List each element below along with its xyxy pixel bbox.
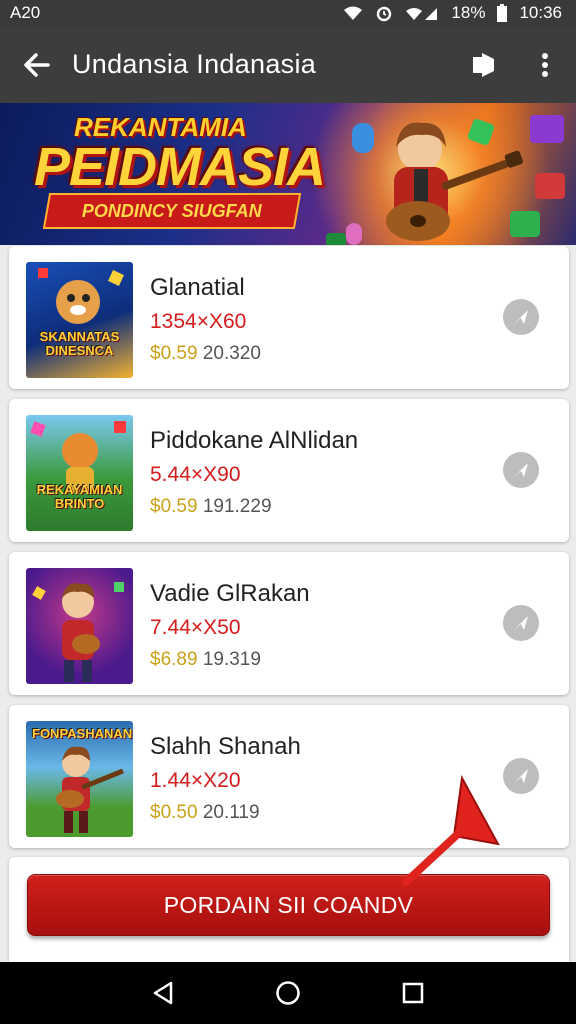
game-name: Glanatial	[150, 274, 245, 301]
game-download-count: 19.319	[202, 649, 261, 670]
status-bar: A20 18% 10:36	[0, 0, 576, 26]
game-card[interactable]: REKAYAMIAN BRINTO Piddokane AlNlidan 5.4…	[9, 399, 569, 542]
game-share-button[interactable]	[503, 605, 539, 641]
game-thumbnail: REKAYAMIAN BRINTO	[26, 415, 133, 531]
promo-banner[interactable]: REKANTAMIA PEIDMASIA PONDINCY SIUGFAN	[0, 103, 576, 245]
game-price: $0.50	[150, 802, 198, 823]
game-price: $0.59	[150, 496, 198, 517]
more-options-button[interactable]	[514, 26, 576, 103]
banner-decor	[326, 233, 346, 245]
game-price: $0.59	[150, 343, 198, 364]
game-thumbnail-label: REKAYAMIAN BRINTO	[36, 482, 123, 511]
game-name: Slahh Shanah	[150, 733, 301, 760]
send-arrow-icon	[514, 616, 528, 630]
system-nav-bar	[0, 962, 576, 1024]
game-art	[32, 582, 124, 682]
game-thumbnail: SKANNATAS DINESNCA	[26, 262, 133, 378]
alarm-icon	[377, 6, 392, 22]
game-art	[30, 421, 126, 493]
back-triangle-icon	[153, 981, 172, 1005]
back-arrow-icon	[24, 52, 50, 77]
status-left-text: A20	[10, 3, 41, 22]
game-price-row: $0.59 20.320	[150, 343, 261, 365]
game-thumbnail-label: FONPASHANAN	[32, 726, 133, 741]
banner-decor	[535, 173, 565, 199]
game-size: 1.44×X20	[150, 769, 241, 792]
game-card[interactable]: SKANNATAS DINESNCA Glanatial 1354×X60 $0…	[9, 246, 569, 389]
game-art	[38, 268, 124, 324]
banner-decor	[530, 115, 564, 143]
share-icon	[473, 52, 494, 77]
game-download-count: 20.119	[202, 802, 260, 823]
recents-square-icon	[403, 982, 424, 1004]
app-bar: Undansia Indanasia	[0, 26, 576, 103]
game-price-row: $0.50 20.119	[150, 802, 260, 824]
game-share-button[interactable]	[503, 452, 539, 488]
game-name: Vadie GlRakan	[150, 580, 310, 607]
nav-recents-button[interactable]	[391, 971, 435, 1015]
nav-home-button[interactable]	[266, 971, 310, 1015]
banner-ribbon: PONDINCY SIUGFAN	[42, 193, 302, 229]
battery-icon	[497, 4, 508, 22]
battery-percent: 18%	[451, 3, 486, 22]
game-price-row: $0.59 191.229	[150, 496, 272, 518]
signal-icon	[406, 8, 438, 20]
status-time: 10:36	[519, 3, 562, 22]
home-circle-icon	[276, 981, 300, 1005]
game-size: 7.44×X50	[150, 616, 241, 639]
game-share-button[interactable]	[503, 299, 539, 335]
send-arrow-icon	[514, 310, 528, 324]
red-pointer-arrow-icon	[402, 774, 500, 886]
game-price: $6.89	[150, 649, 198, 670]
game-thumbnail	[26, 568, 133, 684]
game-card[interactable]: Vadie GlRakan 7.44×X50 $6.89 19.319	[9, 552, 569, 695]
back-button[interactable]	[0, 26, 72, 103]
game-size: 5.44×X90	[150, 463, 241, 486]
banner-title: REKANTAMIA PEIDMASIA	[34, 113, 326, 197]
nav-back-button[interactable]	[141, 971, 185, 1015]
send-arrow-icon	[514, 463, 528, 477]
game-size: 1354×X60	[150, 310, 247, 333]
more-vert-icon	[542, 52, 548, 77]
page-title: Undansia Indanasia	[72, 49, 317, 79]
guitarist-character	[386, 122, 523, 241]
send-arrow-icon	[514, 769, 528, 783]
game-name: Piddokane AlNlidan	[150, 427, 359, 454]
banner-title-line2: PEIDMASIA	[34, 137, 326, 197]
game-thumbnail-label: SKANNATAS DINESNCA	[39, 329, 120, 358]
game-download-count: 191.229	[202, 496, 272, 517]
share-button[interactable]	[452, 26, 514, 103]
game-thumbnail: FONPASHANAN	[26, 721, 133, 837]
status-icons: 18% 10:36	[343, 3, 562, 23]
game-download-count: 20.320	[202, 343, 261, 364]
game-price-row: $6.89 19.319	[150, 649, 261, 671]
wifi-icon	[344, 6, 363, 20]
banner-decor	[346, 223, 362, 245]
banner-ribbon-text: PONDINCY SIUGFAN	[82, 200, 262, 221]
